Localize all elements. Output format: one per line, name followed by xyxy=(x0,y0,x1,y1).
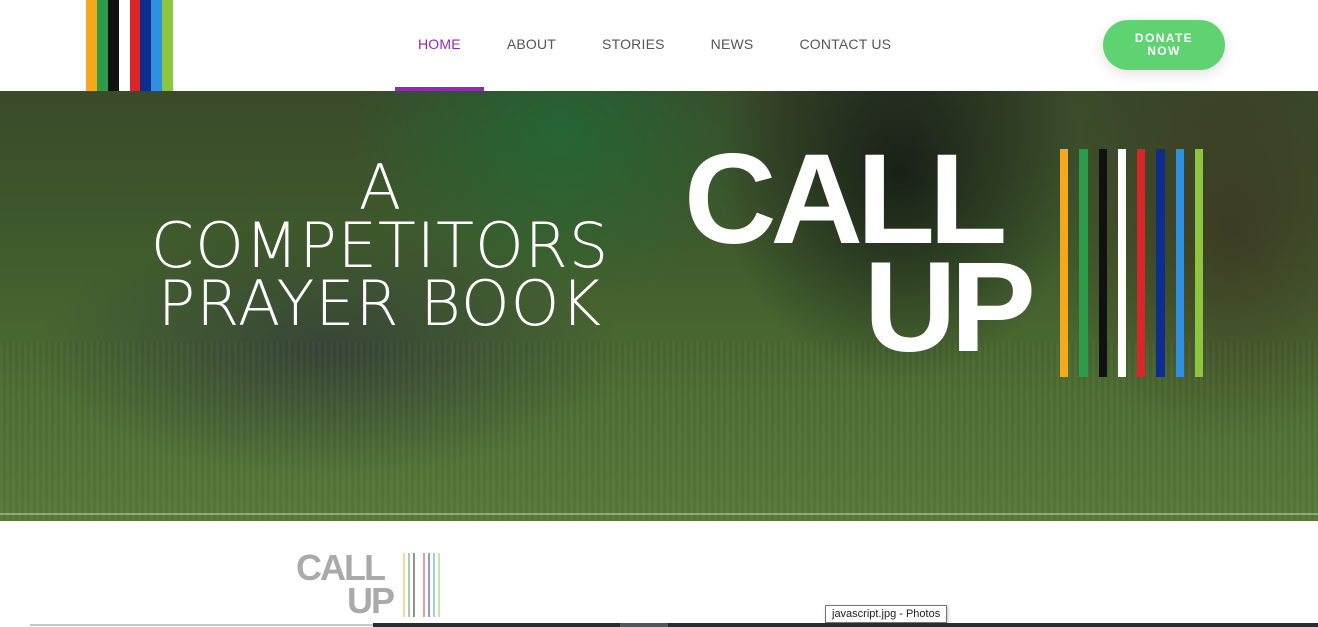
brand-stripe xyxy=(107,0,119,91)
nav-stories[interactable]: STORIES xyxy=(579,0,688,91)
taskbar-item[interactable] xyxy=(620,623,668,627)
callup-logo-up-text: UP xyxy=(864,236,1036,379)
field-line xyxy=(0,513,1318,515)
hero-banner: A COMPETITORS PRAYER BOOK CALL UP xyxy=(0,91,1318,521)
brand-stripe xyxy=(1156,149,1165,377)
small-logo-stripes xyxy=(403,553,443,617)
nav-contact-us[interactable]: CONTACT US xyxy=(776,0,914,91)
brand-stripe xyxy=(1117,149,1126,377)
brand-stripe xyxy=(1137,149,1146,377)
content-section: CALL UP javascript.jpg - Photos xyxy=(0,521,1318,627)
nav-news[interactable]: NEWS xyxy=(688,0,777,91)
brand-stripe xyxy=(1098,149,1107,377)
main-nav: HOME ABOUT STORIES NEWS CONTACT US xyxy=(395,0,914,91)
donate-now-button[interactable]: DONATE NOW xyxy=(1103,20,1225,70)
hero-title-line3: PRAYER BOOK xyxy=(157,267,603,340)
brand-stripe xyxy=(118,0,130,91)
taskbar-tooltip: javascript.jpg - Photos xyxy=(825,605,948,623)
nav-about[interactable]: ABOUT xyxy=(484,0,579,91)
brand-stripe xyxy=(438,553,440,617)
brand-stripe xyxy=(428,553,430,617)
brand-stripe xyxy=(413,553,415,617)
nav-home[interactable]: HOME xyxy=(395,0,484,91)
brand-stripe xyxy=(96,0,108,91)
brand-stripe xyxy=(1079,149,1088,377)
brand-stripe xyxy=(129,0,141,91)
brand-stripe xyxy=(86,0,97,91)
site-logo[interactable] xyxy=(86,0,173,91)
brand-stripe xyxy=(140,0,152,91)
scroll-track xyxy=(30,624,373,626)
brand-stripe xyxy=(1060,149,1069,377)
brand-stripe xyxy=(423,553,425,617)
callup-logo-large: CALL UP xyxy=(684,135,1214,379)
hero-title: A COMPETITORS PRAYER BOOK xyxy=(110,157,650,340)
brand-stripe xyxy=(418,553,420,617)
brand-stripe xyxy=(1194,149,1203,377)
callup-logo-stripes xyxy=(1060,149,1203,377)
brand-stripe xyxy=(408,553,410,617)
brand-stripe xyxy=(151,0,163,91)
brand-stripe xyxy=(162,0,173,91)
taskbar-strip xyxy=(373,623,1318,627)
brand-stripe xyxy=(403,553,405,617)
site-header: HOME ABOUT STORIES NEWS CONTACT US DONAT… xyxy=(0,0,1318,91)
small-logo-up-text: UP xyxy=(347,580,395,621)
donate-label-line2: NOW xyxy=(1147,44,1181,58)
brand-stripe xyxy=(433,553,435,617)
callup-logo-small: CALL UP xyxy=(296,549,446,621)
brand-stripe xyxy=(1175,149,1184,377)
